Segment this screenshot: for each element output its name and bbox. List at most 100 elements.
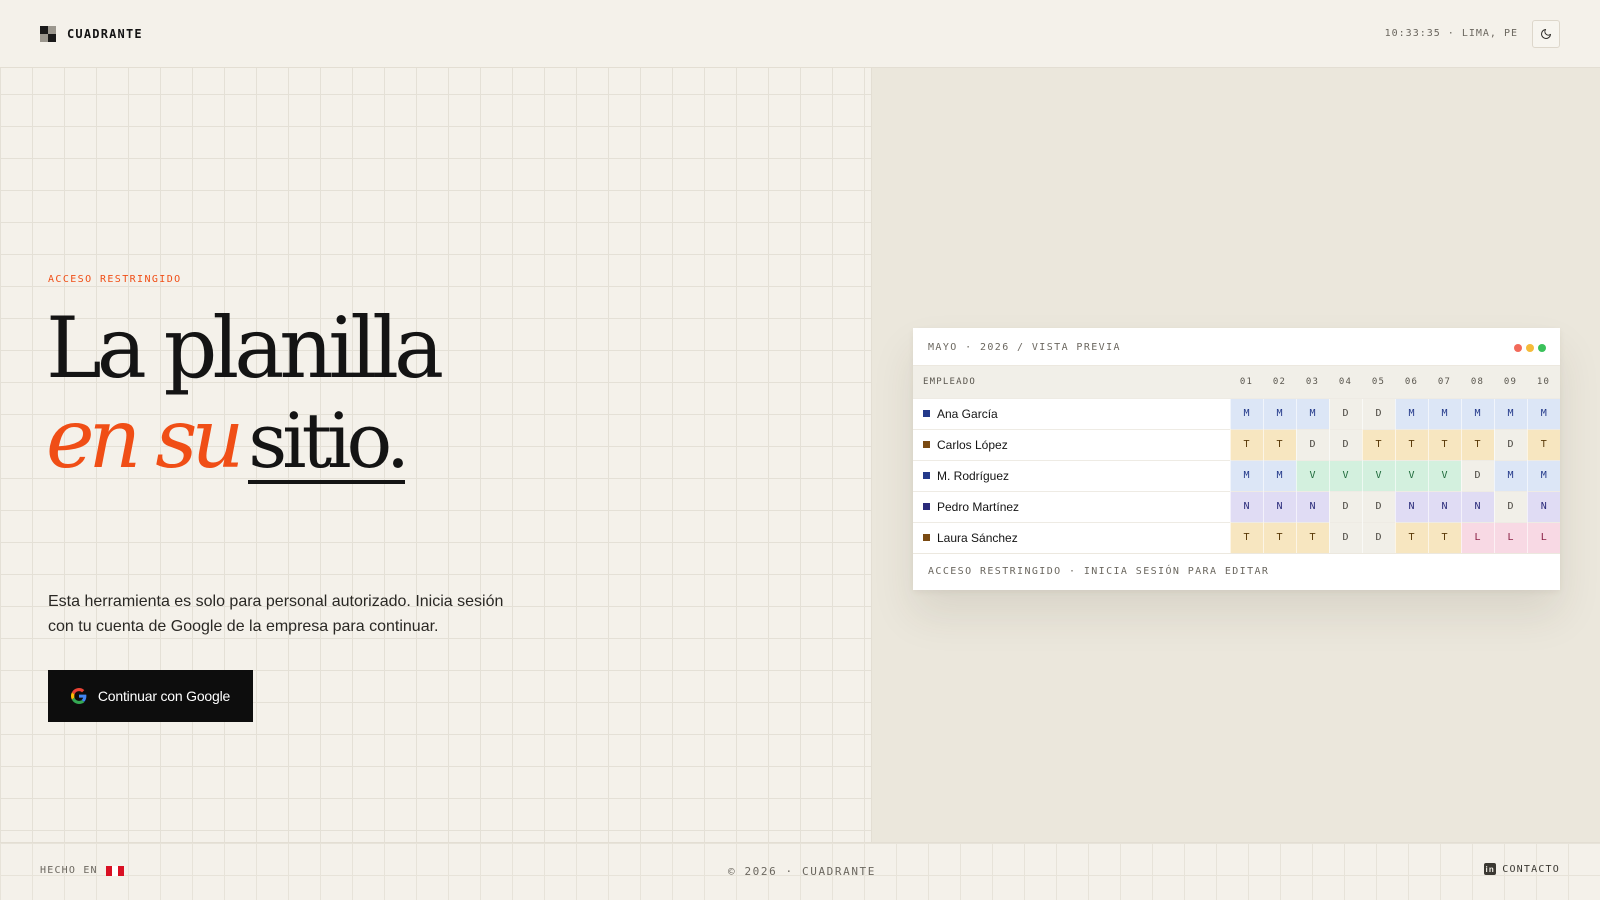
shift-cell: D <box>1361 490 1395 522</box>
shift-cell: T <box>1427 428 1461 460</box>
day-column-header: 05 <box>1362 366 1395 398</box>
shift-cell: T <box>1262 521 1296 553</box>
eyebrow-label: ACCESO RESTRINGIDO <box>48 274 182 285</box>
employee-column-header: EMPLEADO <box>913 366 1230 398</box>
shift-cell: M <box>1229 397 1263 429</box>
contact-label: CONTACTO <box>1502 863 1560 875</box>
preview-panel: MAYO · 2026 / VISTA PREVIA EMPLEADO 01 02… <box>872 68 1600 842</box>
day-column-header: 03 <box>1296 366 1329 398</box>
table-row: Laura Sánchez T T T D D T T L L L <box>913 521 1560 553</box>
shift-cell: M <box>1295 397 1329 429</box>
lead-text: Esta herramienta es solo para personal a… <box>48 593 504 635</box>
shift-cell: N <box>1427 490 1461 522</box>
shift-cell: V <box>1361 459 1395 491</box>
copyright: © 2026 · CUADRANTE <box>728 865 877 878</box>
day-column-header: 09 <box>1494 366 1527 398</box>
preview-card-footer: ACCESO RESTRINGIDO · INICIA SESIÓN PARA … <box>913 553 1560 588</box>
shift-cell: M <box>1493 397 1527 429</box>
shift-cell: D <box>1361 397 1395 429</box>
table-row: Pedro Martínez N N N D D N N N D N <box>913 490 1560 522</box>
peru-flag-icon <box>105 865 124 876</box>
shift-cell: T <box>1262 428 1296 460</box>
shift-cell: V <box>1427 459 1461 491</box>
shift-cell: D <box>1361 521 1395 553</box>
employee-name: Pedro Martínez <box>937 499 1020 514</box>
clock-readout: 10:33:35 · LIMA, PE <box>1384 28 1518 39</box>
brand-name: CUADRANTE <box>67 27 143 41</box>
shift-cell: M <box>1394 397 1428 429</box>
day-column-header: 01 <box>1230 366 1263 398</box>
logo-icon <box>40 26 56 42</box>
shift-cell: V <box>1394 459 1428 491</box>
shift-cell: M <box>1526 459 1560 491</box>
shift-cell: N <box>1262 490 1296 522</box>
shift-cell: T <box>1427 521 1461 553</box>
day-column-header: 04 <box>1329 366 1362 398</box>
employee-color-marker <box>923 502 930 510</box>
shift-cell: M <box>1427 397 1461 429</box>
schedule-table: EMPLEADO 01 02 03 04 05 06 07 08 09 10 Ana García… <box>913 366 1560 553</box>
employee-color-marker <box>923 533 930 541</box>
employee-color-marker <box>923 440 930 448</box>
top-bar: CUADRANTE 10:33:35 · LIMA, PE <box>0 0 1600 68</box>
shift-cell: N <box>1526 490 1560 522</box>
google-signin-button[interactable]: Continuar con Google <box>48 670 253 722</box>
moon-icon <box>1541 29 1551 39</box>
linkedin-icon: in <box>1484 863 1497 875</box>
day-column-header: 06 <box>1395 366 1428 398</box>
login-section: ACCESO RESTRINGIDO La planilla en su siti… <box>0 68 872 842</box>
shift-cell: T <box>1361 428 1395 460</box>
shift-cell: M <box>1229 459 1263 491</box>
dot-red-icon <box>1514 344 1522 352</box>
employee-name: Carlos López <box>937 437 1008 452</box>
footer: HECHO EN © 2026 · CUADRANTE in CONTACTO <box>0 842 1600 900</box>
schedule-preview-card: MAYO · 2026 / VISTA PREVIA EMPLEADO 01 02… <box>913 328 1560 590</box>
shift-cell: L <box>1493 521 1527 553</box>
employee-color-marker <box>923 409 930 417</box>
employee-name-cell: Pedro Martínez <box>913 490 1230 522</box>
shift-cell: D <box>1328 521 1362 553</box>
shift-cell: T <box>1460 428 1494 460</box>
shift-cell: L <box>1526 521 1560 553</box>
employee-name-cell: M. Rodríguez <box>913 459 1230 491</box>
headline: La planilla en su sitio. <box>46 302 444 508</box>
theme-toggle-button[interactable] <box>1532 20 1560 48</box>
shift-cell: V <box>1295 459 1329 491</box>
headline-accent: en su <box>46 392 244 487</box>
shift-cell: N <box>1460 490 1494 522</box>
employee-name: Laura Sánchez <box>937 530 1018 545</box>
day-column-header: 02 <box>1263 366 1296 398</box>
preview-card-header: MAYO · 2026 / VISTA PREVIA <box>913 328 1560 366</box>
day-column-header: 08 <box>1461 366 1494 398</box>
shift-cell: M <box>1526 397 1560 429</box>
dot-yellow-icon <box>1526 344 1534 352</box>
employee-name-cell: Ana García <box>913 397 1230 429</box>
headline-underlined: sitio. <box>248 396 410 485</box>
shift-cell: V <box>1328 459 1362 491</box>
contact-link[interactable]: in CONTACTO <box>1484 863 1560 875</box>
shift-cell: D <box>1460 459 1494 491</box>
dot-green-icon <box>1538 344 1546 352</box>
shift-cell: T <box>1394 521 1428 553</box>
shift-cell: D <box>1295 428 1329 460</box>
employee-name: M. Rodríguez <box>937 468 1010 483</box>
table-row: Ana García M M M D D M M M M M <box>913 397 1560 429</box>
headline-line-2: en su sitio. <box>46 394 439 508</box>
window-dots <box>1514 344 1546 352</box>
shift-cell: M <box>1493 459 1527 491</box>
shift-cell: D <box>1328 428 1362 460</box>
preview-title: MAYO · 2026 / VISTA PREVIA <box>928 342 1121 353</box>
shift-cell: N <box>1394 490 1428 522</box>
employee-color-marker <box>923 471 930 479</box>
shift-cell: D <box>1493 490 1527 522</box>
brand[interactable]: CUADRANTE <box>40 26 143 42</box>
day-column-header: 10 <box>1527 366 1560 398</box>
day-column-header: 07 <box>1428 366 1461 398</box>
shift-cell: M <box>1460 397 1494 429</box>
shift-cell: D <box>1493 428 1527 460</box>
shift-cell: T <box>1229 521 1263 553</box>
made-in: HECHO EN <box>40 865 124 876</box>
shift-cell: M <box>1262 397 1296 429</box>
shift-cell: M <box>1262 459 1296 491</box>
preview-footer-text: ACCESO RESTRINGIDO · INICIA SESIÓN PARA … <box>928 566 1270 577</box>
